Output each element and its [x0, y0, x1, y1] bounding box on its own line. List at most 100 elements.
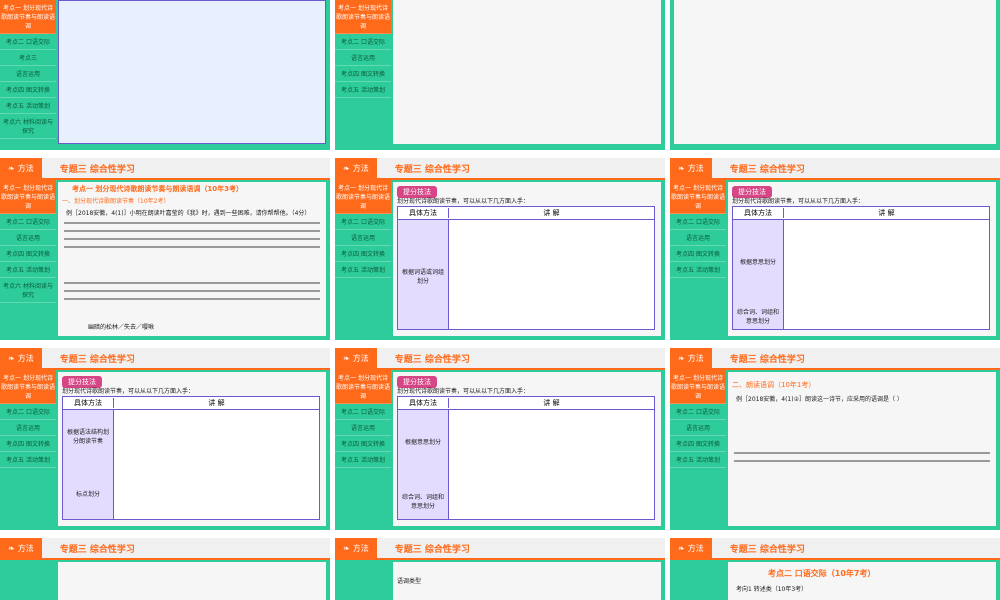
sidebar-item[interactable]: 考点四 图文转换 [0, 246, 56, 262]
method-tag: ❧ 方法 [670, 348, 712, 368]
slide-title: 专题三 综合性学习 [729, 164, 805, 175]
sidebar-item[interactable]: 考点二 口语交际 [0, 34, 56, 50]
slide-3-2[interactable]: ❧ 方法 专题三 综合性学习 考点一 划分现代诗歌朗读节奏与朗读语调 考点二 口语… [335, 348, 665, 530]
sidebar-item[interactable]: 考点二 口语交际 [670, 214, 726, 230]
slide-body [58, 562, 326, 600]
table-cell: 根据语法结构划分朗读节奏 [66, 429, 109, 445]
slide-title: 专题三 综合性学习 [59, 544, 135, 555]
sidebar-item[interactable]: 考点五 活动策划 [335, 452, 391, 468]
slide-title: 专题三 综合性学习 [394, 544, 470, 555]
sidebar-item[interactable]: 考点五 活动策划 [0, 452, 56, 468]
slide-4-1[interactable]: ❧ 方法 专题三 综合性学习 [0, 538, 330, 600]
leaf-icon: ❧ [8, 543, 15, 553]
sidebar-item[interactable]: 考点四 图文转换 [670, 436, 726, 452]
sidebar-item[interactable]: 考点四 图文转换 [335, 66, 391, 82]
slide-2-1[interactable]: ❧ 方法 专题三 综合性学习 考点一 划分现代诗歌朗读节奏与朗读语调 考点二 口语… [0, 158, 330, 340]
sidebar-item[interactable]: 考点三 [0, 50, 56, 66]
slide-2-2[interactable]: ❧ 方法 专题三 综合性学习 考点一 划分现代诗歌朗读节奏与朗读语调 考点二 口语… [335, 158, 665, 340]
slide-title: 专题三 综合性学习 [59, 164, 135, 175]
slide-title: 专题三 综合性学习 [394, 354, 470, 365]
slide-grid: 考点一 划分现代诗歌朗读节奏与朗读语调 考点二 口语交际 考点三 语言运用 考点… [0, 0, 1000, 600]
sidebar-item[interactable]: 语言运用 [670, 420, 726, 436]
method-tag: ❧ 方法 [335, 538, 377, 558]
column-header: 讲 解 [878, 209, 895, 217]
sidebar-item[interactable]: 考点一 划分现代诗歌朗读节奏与朗读语调 [0, 180, 56, 214]
method-tag: ❧ 方法 [335, 158, 377, 178]
method-table: 具体方法 讲 解 根据意思划分 综合词、词组和意思划分 [732, 206, 990, 330]
sidebar-item[interactable]: 考点五 活动策划 [670, 262, 726, 278]
method-table: 具体方法 讲 解 根据意思划分 综合词、词组和意思划分 [397, 396, 655, 520]
sidebar-item[interactable]: 语言运用 [335, 50, 391, 66]
slide-header: ❧ 方法 专题三 综合性学习 [670, 348, 1000, 370]
sidebar-item[interactable]: 考点一 划分现代诗歌朗读节奏与朗读语调 [335, 180, 391, 214]
sidebar-item[interactable]: 考点五 活动策划 [335, 262, 391, 278]
leaf-icon: ❧ [678, 353, 685, 363]
method-tag: ❧ 方法 [0, 538, 42, 558]
sidebar-item[interactable]: 考点一 划分现代诗歌朗读节奏与朗读语调 [0, 0, 56, 34]
sidebar-item[interactable]: 语言运用 [0, 230, 56, 246]
table-cell: 根据意思划分 [404, 439, 441, 446]
sidebar-item[interactable]: 考点五 活动策划 [0, 262, 56, 278]
slide-header: ❧ 方法 专题三 综合性学习 [335, 158, 665, 180]
sidebar-item[interactable]: 考点二 口语交际 [670, 404, 726, 420]
sidebar-item[interactable]: 语言运用 [0, 66, 56, 82]
leaf-icon: ❧ [8, 353, 15, 363]
sidebar-item[interactable]: 考点一 划分现代诗歌朗读节奏与朗读语调 [670, 180, 726, 214]
method-table: 具体方法 讲 解 根据语法结构划分朗读节奏 标点划分 [62, 396, 320, 520]
table-cell: 根据词语或词组划分 [401, 269, 444, 285]
sidebar-item[interactable]: 考点五 活动策划 [670, 452, 726, 468]
method-tag: ❧ 方法 [670, 158, 712, 178]
slide-header: ❧ 方法 专题三 综合性学习 [335, 538, 665, 560]
table-cell: 根据意思划分 [739, 259, 776, 266]
slide-1-3[interactable] [670, 0, 1000, 150]
sidebar-item[interactable]: 考点一 划分现代诗歌朗读节奏与朗读语调 [335, 370, 391, 404]
column-header: 具体方法 [398, 208, 449, 218]
sidebar-item[interactable]: 考点二 口语交际 [335, 214, 391, 230]
sidebar-item[interactable]: 考点四 图文转换 [335, 436, 391, 452]
sidebar-item[interactable]: 考点五 活动策划 [335, 82, 391, 98]
sidebar-item[interactable]: 考点四 图文转换 [0, 436, 56, 452]
slide-body: 语调类型 [393, 562, 661, 600]
sidebar-item[interactable]: 语言运用 [0, 420, 56, 436]
table-header: 语调类型 [397, 578, 422, 585]
sidebar-item[interactable]: 考点四 图文转换 [0, 82, 56, 98]
slide-4-3[interactable]: ❧ 方法 专题三 综合性学习 考点二 口语交际（10年7考） 考向1 转述类（10… [670, 538, 1000, 600]
column-header: 具体方法 [398, 398, 449, 408]
slide-1-1[interactable]: 考点一 划分现代诗歌朗读节奏与朗读语调 考点二 口语交际 考点三 语言运用 考点… [0, 0, 330, 150]
example-text: 例［2018安徽，4(1)］小明在朗读叶嘉莹的《我》时，遇到一些困难，请你帮帮他… [66, 210, 311, 217]
slide-body: 二、朗读语调（10年1考） 例［2018安徽，4(1)②］朗读这一诗节，应采用的… [728, 372, 996, 526]
sidebar-item[interactable]: 考点六 材料阅读与探究 [0, 278, 56, 303]
slide-title: 专题三 综合性学习 [394, 164, 470, 175]
sidebar-item[interactable]: 考点二 口语交际 [335, 404, 391, 420]
sidebar-item[interactable]: 考点四 图文转换 [670, 246, 726, 262]
sidebar-item[interactable]: 考点六 材料阅读与探究 [0, 114, 56, 139]
leaf-icon: ❧ [8, 163, 15, 173]
sidebar-item[interactable]: 考点二 口语交际 [0, 404, 56, 420]
column-header: 具体方法 [733, 208, 784, 218]
column-header: 讲 解 [208, 399, 225, 407]
method-tag: ❧ 方法 [670, 538, 712, 558]
slide-3-1[interactable]: ❧ 方法 专题三 综合性学习 考点一 划分现代诗歌朗读节奏与朗读语调 考点二 口语… [0, 348, 330, 530]
slide-body: 考点一 划分现代诗歌朗读节奏与朗读语调（10年3考） 一、划分现代诗歌朗读节奏（… [58, 182, 326, 336]
sidebar-item[interactable]: 考点四 图文转换 [335, 246, 391, 262]
sidebar-item[interactable]: 语言运用 [670, 230, 726, 246]
slide-3-3[interactable]: ❧ 方法 专题三 综合性学习 考点一 划分现代诗歌朗读节奏与朗读语调 考点二 口语… [670, 348, 1000, 530]
sidebar-item[interactable]: 考点一 划分现代诗歌朗读节奏与朗读语调 [670, 370, 726, 404]
sidebar-item[interactable]: 考点五 活动策划 [0, 98, 56, 114]
slide-header: ❧ 方法 专题三 综合性学习 [335, 348, 665, 370]
example-text: 例［2018安徽，4(1)②］朗读这一诗节，应采用的语调是（ ） [736, 396, 903, 403]
column-header: 讲 解 [543, 209, 560, 217]
intro-text: 划分现代诗歌朗读节奏，可以从以下几方面入手： [397, 198, 530, 205]
sidebar-item[interactable]: 语言运用 [335, 230, 391, 246]
sidebar-item[interactable]: 考点二 口语交际 [335, 34, 391, 50]
slide-1-2[interactable]: 考点一 划分现代诗歌朗读节奏与朗读语调 考点二 口语交际 语言运用 考点四 图文… [335, 0, 665, 150]
table-cell: 综合词、词组和意思划分 [736, 309, 779, 325]
slide-4-2[interactable]: ❧ 方法 专题三 综合性学习 语调类型 [335, 538, 665, 600]
slide-2-3[interactable]: ❧ 方法 专题三 综合性学习 考点一 划分现代诗歌朗读节奏与朗读语调 考点二 口语… [670, 158, 1000, 340]
table-cell: 综合词、词组和意思划分 [401, 494, 444, 510]
sidebar-item[interactable]: 考点一 划分现代诗歌朗读节奏与朗读语调 [0, 370, 56, 404]
sidebar-item[interactable]: 考点一 划分现代诗歌朗读节奏与朗读语调 [335, 0, 391, 34]
sidebar-item[interactable]: 考点二 口语交际 [0, 214, 56, 230]
section-title: 二、朗读语调（10年1考） [732, 381, 816, 389]
sidebar-item[interactable]: 语言运用 [335, 420, 391, 436]
